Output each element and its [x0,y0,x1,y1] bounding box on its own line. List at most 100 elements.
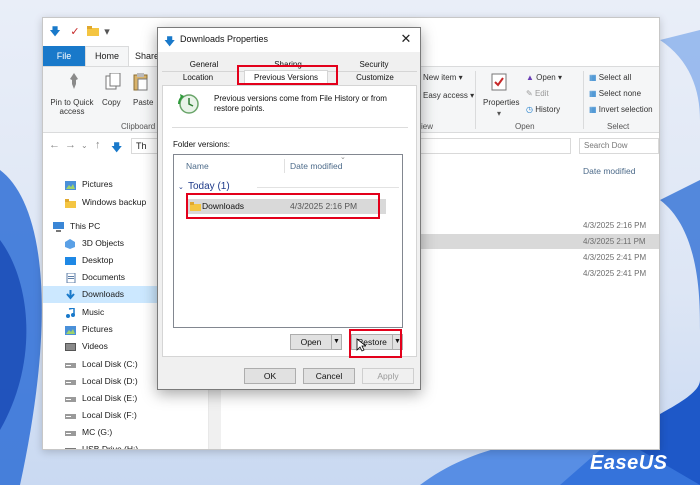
tab-customize[interactable]: Customize [352,72,398,84]
properties-check-icon[interactable]: ✓ [69,26,81,38]
nav-item-local-disk-e[interactable]: Local Disk (E:) [43,390,157,407]
nav-item-label: Downloads [82,289,125,299]
paste-button[interactable]: Paste [133,98,153,107]
up-icon[interactable]: ↑ [95,139,101,151]
back-icon[interactable]: ← [49,139,60,151]
nav-item-desktop[interactable]: Desktop [43,252,157,269]
forward-icon[interactable]: → [65,139,76,151]
ok-button[interactable]: OK [244,368,296,384]
clipboard-group-label: Clipboard [121,122,156,131]
drive-icon [65,376,76,386]
column-divider [284,159,285,173]
name-column-header[interactable]: Name [186,161,209,171]
table-row-date[interactable]: 4/3/2025 2:41 PM [583,250,655,265]
nav-item-label: Local Disk (D:) [82,376,138,386]
usb-drive-icon [65,444,76,449]
tab-file[interactable]: File [43,46,85,66]
restore-clock-icon [177,92,203,118]
open-button[interactable]: Open ▼ [290,334,342,350]
separator-line [172,127,408,128]
nav-item-usb-drive-h[interactable]: USB Drive (H:) [43,441,157,449]
collapse-group-icon[interactable]: ⌄ [178,183,184,191]
properties-button[interactable]: Properties [483,98,519,107]
downloads-icon [65,289,76,300]
downloads-properties-dialog: 🡇 Downloads Properties ✕ General Sharing… [157,27,421,390]
close-icon[interactable]: ✕ [398,31,414,47]
tab-location[interactable]: Location [176,72,220,84]
nav-item-label: 3D Objects [82,238,125,248]
tab-home[interactable]: Home [85,46,129,66]
table-row-date[interactable]: 4/3/2025 2:16 PM [583,218,655,233]
select-group-label: Select [607,122,630,131]
folder-icon [65,197,76,208]
nav-item-pictures[interactable]: Pictures [43,321,157,338]
select-all-button[interactable]: ▦ Select all [589,73,631,82]
easy-access-button[interactable]: Easy access ▾ [423,91,474,100]
new-folder-icon[interactable] [87,26,99,38]
select-none-button[interactable]: ▦ Select none [589,89,641,98]
edit-button[interactable]: ✎ Edit [526,89,549,98]
nav-item-windows-backup[interactable]: Windows backup [43,194,157,211]
nav-item-label: This PC [70,221,101,231]
nav-item-local-disk-c[interactable]: Local Disk (C:) [43,356,157,373]
date-modified-column-header[interactable]: Date modified [583,166,635,176]
properties-icon [491,73,507,93]
select-all-label: Select all [598,73,632,82]
open-dropdown-icon[interactable]: ▼ [331,335,341,349]
group-divider-line [257,187,399,188]
new-item-label: New item [423,73,457,82]
3d-objects-icon [65,238,76,249]
history-button[interactable]: ◷ History [526,105,560,114]
cancel-button[interactable]: Cancel [303,368,355,384]
nav-item-label: Windows backup [82,197,147,207]
nav-item-label: Documents [82,272,125,282]
view-group-label: iew [421,122,434,131]
sort-indicator-icon: ⌄ [340,154,346,161]
pin-to-quick-access-button[interactable]: Pin to Quick access [49,98,95,116]
nav-item-label: Desktop [82,255,114,265]
open-button[interactable]: ▲ Open ▾ [526,73,562,82]
search-input[interactable]: Search Dow [579,138,659,154]
history-icon: ◷ [526,105,533,114]
mouse-cursor-icon [356,338,368,354]
tab-share[interactable]: Share [135,46,159,66]
nav-item-pictures[interactable]: Pictures [43,176,157,193]
ribbon-separator [475,71,476,129]
date-modified-column-header[interactable]: Date modified [290,161,342,171]
new-item-button[interactable]: New item ▾ [423,73,463,82]
nav-item-documents[interactable]: Documents [43,269,157,286]
nav-item-local-disk-d[interactable]: Local Disk (D:) [43,373,157,390]
nav-item-label: Music [82,307,105,317]
pictures-icon [65,324,76,335]
properties-dropdown-icon[interactable]: ▾ [497,109,501,118]
recent-dropdown-icon[interactable]: ⌄ [81,141,88,150]
nav-item-local-disk-f[interactable]: Local Disk (F:) [43,407,157,424]
downloads-icon: 🡇 [164,36,176,48]
open-label: Open [536,73,556,82]
nav-item-videos[interactable]: Videos [43,338,157,355]
drive-icon [65,359,76,369]
folder-versions-list[interactable]: Name Date modified ⌄ ⌄ Today (1) Downloa… [173,154,403,328]
nav-item-music[interactable]: Music [43,304,157,321]
nav-item-this-pc[interactable]: This PC [43,218,157,235]
brand-watermark: EaseUS [590,452,668,474]
nav-item-label: Videos [82,341,108,351]
copy-icon [105,72,121,93]
nav-item-3d-objects[interactable]: 3D Objects [43,235,157,252]
tab-general[interactable]: General [184,59,224,71]
easy-access-label: Easy access [423,91,468,100]
tab-security[interactable]: Security [352,59,396,71]
invert-selection-button[interactable]: ▦ Invert selection [589,105,653,114]
nav-item-downloads[interactable]: Downloads [43,286,157,303]
open-group-label: Open [515,122,535,131]
nav-item-mc-g[interactable]: MC (G:) [43,424,157,441]
table-row-date[interactable]: 4/3/2025 2:41 PM [583,266,655,281]
nav-item-label: Pictures [82,179,113,189]
address-path: Th [136,141,147,151]
apply-button[interactable]: Apply [362,368,414,384]
qat-dropdown-icon[interactable]: ▾ [101,26,113,38]
copy-button[interactable]: Copy [102,98,121,107]
table-row-date[interactable]: 4/3/2025 2:11 PM [583,234,655,249]
highlight-previous-versions-tab [237,65,338,85]
down-arrow-icon[interactable]: 🡇 [49,26,61,38]
